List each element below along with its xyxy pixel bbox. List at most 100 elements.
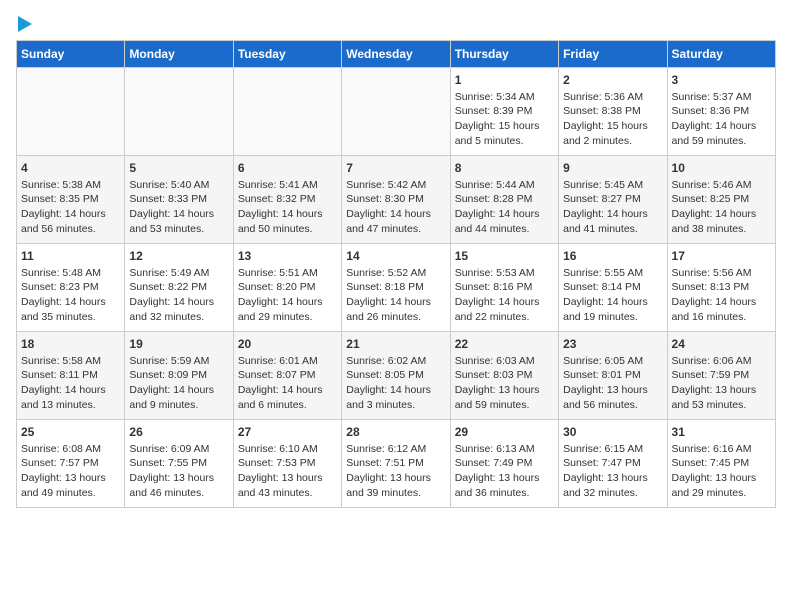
calendar-cell: 15Sunrise: 5:53 AMSunset: 8:16 PMDayligh… [450, 244, 558, 332]
day-number: 23 [563, 336, 662, 353]
day-number: 22 [455, 336, 554, 353]
day-number: 12 [129, 248, 228, 265]
calendar-cell: 10Sunrise: 5:46 AMSunset: 8:25 PMDayligh… [667, 156, 775, 244]
day-info: Sunrise: 6:02 AMSunset: 8:05 PMDaylight:… [346, 354, 445, 413]
calendar-table: SundayMondayTuesdayWednesdayThursdayFrid… [16, 40, 776, 508]
day-info: Sunrise: 6:08 AMSunset: 7:57 PMDaylight:… [21, 442, 120, 501]
calendar-cell [17, 68, 125, 156]
day-header-friday: Friday [559, 41, 667, 68]
day-info: Sunrise: 5:56 AMSunset: 8:13 PMDaylight:… [672, 266, 771, 325]
day-number: 4 [21, 160, 120, 177]
day-number: 6 [238, 160, 337, 177]
day-header-wednesday: Wednesday [342, 41, 450, 68]
day-info: Sunrise: 5:53 AMSunset: 8:16 PMDaylight:… [455, 266, 554, 325]
calendar-cell: 12Sunrise: 5:49 AMSunset: 8:22 PMDayligh… [125, 244, 233, 332]
logo [16, 16, 32, 32]
calendar-cell: 1Sunrise: 5:34 AMSunset: 8:39 PMDaylight… [450, 68, 558, 156]
calendar-cell: 7Sunrise: 5:42 AMSunset: 8:30 PMDaylight… [342, 156, 450, 244]
day-header-tuesday: Tuesday [233, 41, 341, 68]
day-number: 18 [21, 336, 120, 353]
calendar-cell: 22Sunrise: 6:03 AMSunset: 8:03 PMDayligh… [450, 332, 558, 420]
day-header-sunday: Sunday [17, 41, 125, 68]
day-number: 29 [455, 424, 554, 441]
logo-arrow-icon [18, 16, 32, 32]
day-info: Sunrise: 5:55 AMSunset: 8:14 PMDaylight:… [563, 266, 662, 325]
day-header-saturday: Saturday [667, 41, 775, 68]
calendar-cell: 19Sunrise: 5:59 AMSunset: 8:09 PMDayligh… [125, 332, 233, 420]
day-info: Sunrise: 5:40 AMSunset: 8:33 PMDaylight:… [129, 178, 228, 237]
day-info: Sunrise: 5:48 AMSunset: 8:23 PMDaylight:… [21, 266, 120, 325]
day-info: Sunrise: 6:13 AMSunset: 7:49 PMDaylight:… [455, 442, 554, 501]
calendar-cell: 26Sunrise: 6:09 AMSunset: 7:55 PMDayligh… [125, 420, 233, 508]
day-number: 15 [455, 248, 554, 265]
day-number: 26 [129, 424, 228, 441]
calendar-cell: 17Sunrise: 5:56 AMSunset: 8:13 PMDayligh… [667, 244, 775, 332]
calendar-week-row: 18Sunrise: 5:58 AMSunset: 8:11 PMDayligh… [17, 332, 776, 420]
day-info: Sunrise: 6:12 AMSunset: 7:51 PMDaylight:… [346, 442, 445, 501]
day-number: 9 [563, 160, 662, 177]
day-info: Sunrise: 5:51 AMSunset: 8:20 PMDaylight:… [238, 266, 337, 325]
day-number: 1 [455, 72, 554, 89]
day-number: 20 [238, 336, 337, 353]
calendar-cell: 2Sunrise: 5:36 AMSunset: 8:38 PMDaylight… [559, 68, 667, 156]
day-info: Sunrise: 5:46 AMSunset: 8:25 PMDaylight:… [672, 178, 771, 237]
day-number: 19 [129, 336, 228, 353]
day-number: 25 [21, 424, 120, 441]
calendar-cell: 4Sunrise: 5:38 AMSunset: 8:35 PMDaylight… [17, 156, 125, 244]
calendar-cell: 30Sunrise: 6:15 AMSunset: 7:47 PMDayligh… [559, 420, 667, 508]
day-info: Sunrise: 6:10 AMSunset: 7:53 PMDaylight:… [238, 442, 337, 501]
day-info: Sunrise: 5:41 AMSunset: 8:32 PMDaylight:… [238, 178, 337, 237]
calendar-cell: 16Sunrise: 5:55 AMSunset: 8:14 PMDayligh… [559, 244, 667, 332]
day-number: 17 [672, 248, 771, 265]
day-info: Sunrise: 5:45 AMSunset: 8:27 PMDaylight:… [563, 178, 662, 237]
day-info: Sunrise: 5:36 AMSunset: 8:38 PMDaylight:… [563, 90, 662, 149]
day-number: 5 [129, 160, 228, 177]
day-number: 28 [346, 424, 445, 441]
day-number: 27 [238, 424, 337, 441]
calendar-cell: 9Sunrise: 5:45 AMSunset: 8:27 PMDaylight… [559, 156, 667, 244]
day-info: Sunrise: 6:01 AMSunset: 8:07 PMDaylight:… [238, 354, 337, 413]
day-number: 24 [672, 336, 771, 353]
day-info: Sunrise: 6:06 AMSunset: 7:59 PMDaylight:… [672, 354, 771, 413]
day-number: 8 [455, 160, 554, 177]
calendar-cell [342, 68, 450, 156]
calendar-cell: 14Sunrise: 5:52 AMSunset: 8:18 PMDayligh… [342, 244, 450, 332]
calendar-week-row: 1Sunrise: 5:34 AMSunset: 8:39 PMDaylight… [17, 68, 776, 156]
calendar-cell: 11Sunrise: 5:48 AMSunset: 8:23 PMDayligh… [17, 244, 125, 332]
calendar-cell: 21Sunrise: 6:02 AMSunset: 8:05 PMDayligh… [342, 332, 450, 420]
calendar-cell: 18Sunrise: 5:58 AMSunset: 8:11 PMDayligh… [17, 332, 125, 420]
day-info: Sunrise: 5:42 AMSunset: 8:30 PMDaylight:… [346, 178, 445, 237]
calendar-cell [233, 68, 341, 156]
calendar-cell: 5Sunrise: 5:40 AMSunset: 8:33 PMDaylight… [125, 156, 233, 244]
calendar-cell: 23Sunrise: 6:05 AMSunset: 8:01 PMDayligh… [559, 332, 667, 420]
day-info: Sunrise: 5:58 AMSunset: 8:11 PMDaylight:… [21, 354, 120, 413]
day-info: Sunrise: 6:15 AMSunset: 7:47 PMDaylight:… [563, 442, 662, 501]
day-number: 10 [672, 160, 771, 177]
day-number: 11 [21, 248, 120, 265]
day-info: Sunrise: 5:52 AMSunset: 8:18 PMDaylight:… [346, 266, 445, 325]
calendar-cell: 13Sunrise: 5:51 AMSunset: 8:20 PMDayligh… [233, 244, 341, 332]
day-number: 16 [563, 248, 662, 265]
calendar-week-row: 4Sunrise: 5:38 AMSunset: 8:35 PMDaylight… [17, 156, 776, 244]
day-info: Sunrise: 5:38 AMSunset: 8:35 PMDaylight:… [21, 178, 120, 237]
calendar-cell [125, 68, 233, 156]
day-info: Sunrise: 6:05 AMSunset: 8:01 PMDaylight:… [563, 354, 662, 413]
day-number: 2 [563, 72, 662, 89]
day-number: 30 [563, 424, 662, 441]
calendar-cell: 20Sunrise: 6:01 AMSunset: 8:07 PMDayligh… [233, 332, 341, 420]
day-info: Sunrise: 5:37 AMSunset: 8:36 PMDaylight:… [672, 90, 771, 149]
day-info: Sunrise: 5:59 AMSunset: 8:09 PMDaylight:… [129, 354, 228, 413]
day-info: Sunrise: 5:49 AMSunset: 8:22 PMDaylight:… [129, 266, 228, 325]
day-info: Sunrise: 5:34 AMSunset: 8:39 PMDaylight:… [455, 90, 554, 149]
calendar-cell: 31Sunrise: 6:16 AMSunset: 7:45 PMDayligh… [667, 420, 775, 508]
day-number: 3 [672, 72, 771, 89]
calendar-cell: 27Sunrise: 6:10 AMSunset: 7:53 PMDayligh… [233, 420, 341, 508]
day-header-thursday: Thursday [450, 41, 558, 68]
day-info: Sunrise: 6:03 AMSunset: 8:03 PMDaylight:… [455, 354, 554, 413]
calendar-cell: 29Sunrise: 6:13 AMSunset: 7:49 PMDayligh… [450, 420, 558, 508]
calendar-cell: 6Sunrise: 5:41 AMSunset: 8:32 PMDaylight… [233, 156, 341, 244]
calendar-cell: 24Sunrise: 6:06 AMSunset: 7:59 PMDayligh… [667, 332, 775, 420]
calendar-week-row: 25Sunrise: 6:08 AMSunset: 7:57 PMDayligh… [17, 420, 776, 508]
calendar-cell: 3Sunrise: 5:37 AMSunset: 8:36 PMDaylight… [667, 68, 775, 156]
day-number: 14 [346, 248, 445, 265]
